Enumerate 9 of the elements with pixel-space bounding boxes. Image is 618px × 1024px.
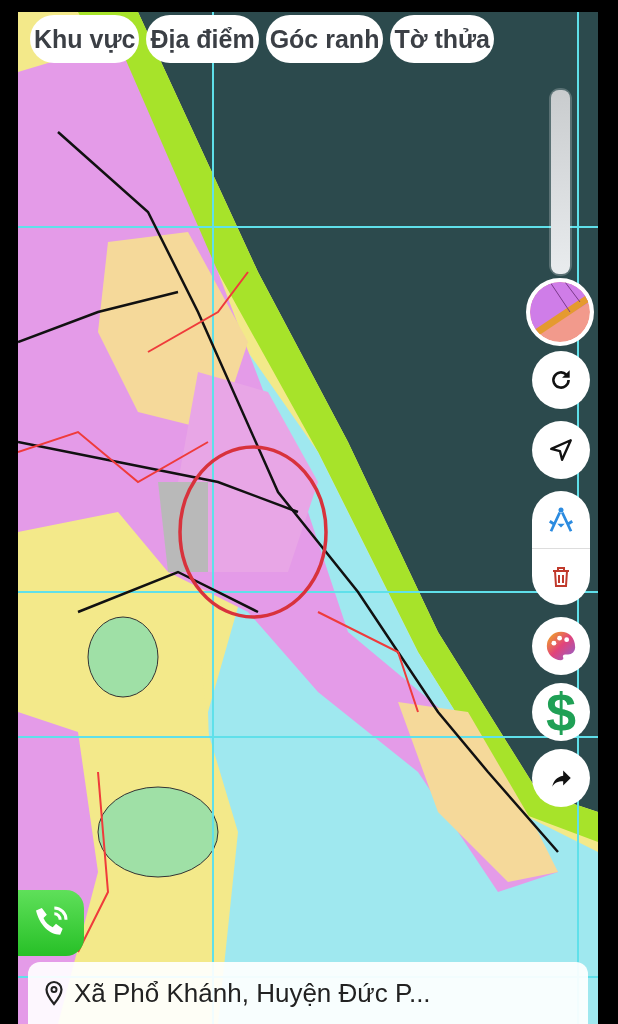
navigation-arrow-icon bbox=[548, 437, 574, 463]
map-tab[interactable]: Địa điểm bbox=[146, 15, 259, 63]
address-text: Xã Phổ Khánh, Huyện Đức P... bbox=[74, 977, 431, 1009]
map-tab[interactable]: Tờ thửa bbox=[390, 15, 494, 63]
location-pin-icon bbox=[44, 980, 64, 1006]
map-tab[interactable]: Góc ranh bbox=[265, 15, 384, 63]
palette-icon bbox=[544, 629, 578, 663]
map-tab[interactable]: Khu vực bbox=[30, 15, 140, 63]
address-bar[interactable]: Xã Phổ Khánh, Huyện Đức P... bbox=[28, 962, 588, 1024]
